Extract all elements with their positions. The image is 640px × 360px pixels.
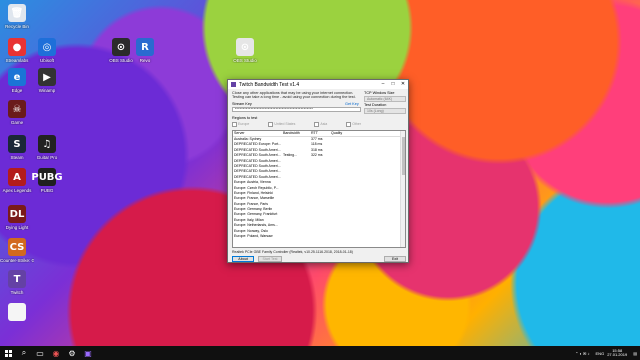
desktop-icon-r[interactable]: R Revo xyxy=(128,38,162,63)
column-server[interactable]: Server xyxy=(233,131,283,136)
get-key-link[interactable]: Get Key xyxy=(345,102,359,106)
column-rtt[interactable]: RTT xyxy=(311,131,331,136)
desktop-icon-label: Recycle Bin xyxy=(5,24,29,29)
desktop-icon-dying[interactable]: DL Dying Light xyxy=(0,205,34,230)
close-icon[interactable]: ✕ xyxy=(398,80,408,89)
info-text: Close any other applications that may be… xyxy=(232,91,356,100)
notifications-icon[interactable]: ▤ xyxy=(633,351,637,356)
desktop-icon-doc[interactable] xyxy=(0,303,34,323)
bandwidth-test-window: Twitch Bandwidth Test v1.4 – □ ✕ Close a… xyxy=(227,79,409,263)
desktop-icon-pubg[interactable]: PUBG PUBG xyxy=(30,168,64,193)
desktop-icon-guitar[interactable]: ♫ Guitar Pro xyxy=(30,135,64,160)
desktop-icon-csgo[interactable]: CS Counter-Strike: Global Offensive xyxy=(0,238,34,263)
obs2-icon: ⊙ xyxy=(236,38,254,56)
browser-icon[interactable]: ◉ xyxy=(48,346,64,360)
exit-button[interactable]: Exit xyxy=(384,256,406,262)
app-icon xyxy=(231,82,236,87)
desktop-icon-label: Steam xyxy=(10,155,24,160)
recycle-icon: 🗑 xyxy=(8,4,26,22)
ubi-icon: ◎ xyxy=(38,38,56,56)
region-checkbox-united-states[interactable]: United States xyxy=(268,122,295,127)
network-adapter-label: Realtek PCIe GBE Family Controller (Real… xyxy=(232,250,353,254)
system-tray: ⌃ ◐ ✉ ♪ ENG 15:58 27.01.2019 ▤ xyxy=(572,346,640,360)
guitar-icon: ♫ xyxy=(38,135,56,153)
regions-label: Regions to test xyxy=(232,116,258,120)
cell-bandwidth xyxy=(283,234,311,239)
steam-taskbar-icon[interactable]: ⚙ xyxy=(64,346,80,360)
desktop-icon-label: Ubisoft xyxy=(39,58,54,63)
doc-icon xyxy=(8,303,26,321)
r-icon: R xyxy=(136,38,154,56)
cell-rtt xyxy=(311,234,331,239)
desktop-icon-apex[interactable]: A Apex Legends xyxy=(0,168,34,193)
results-list[interactable]: Server Bandwidth RTT Quality Australia: … xyxy=(232,130,406,248)
desktop-icon-label: Guitar Pro xyxy=(36,155,58,160)
cell-quality xyxy=(331,234,361,239)
region-checkbox-europe[interactable]: Europe xyxy=(232,122,249,127)
desktop-icon-label: Streamlabs xyxy=(5,58,29,63)
dying-icon: DL xyxy=(8,205,26,223)
settings-panel: TCP Window Size Automatic (64K) Test Dur… xyxy=(364,91,406,115)
region-checkbox-other[interactable]: Other xyxy=(346,122,361,127)
scrollbar-thumb[interactable] xyxy=(402,137,405,175)
twitch-icon: T xyxy=(8,270,26,288)
desktop-icon-obs2[interactable]: ⊙ OBS Studio xyxy=(228,38,262,63)
window-titlebar[interactable]: Twitch Bandwidth Test v1.4 – □ ✕ xyxy=(228,80,408,89)
steam-icon: S xyxy=(8,135,26,153)
region-checkbox-asia[interactable]: Asia xyxy=(314,122,327,127)
taskbar: ⌕ ▭ ◉ ⚙ ▣ ⌃ ◐ ✉ ♪ ENG 15:58 27.01.2019 ▤ xyxy=(0,346,640,360)
about-button[interactable]: About xyxy=(232,256,254,262)
desktop-icon-game[interactable]: ☠ Game xyxy=(0,100,34,125)
tray-icons[interactable]: ⌃ ◐ ✉ ♪ xyxy=(575,351,589,356)
csgo-icon: CS xyxy=(8,238,26,256)
desktop-icon-twitch[interactable]: T Twitch xyxy=(0,270,34,295)
desktop-icon-ubi[interactable]: ◎ Ubisoft xyxy=(30,38,64,63)
clock-date: 27.01.2019 xyxy=(607,352,628,357)
minimize-icon[interactable]: – xyxy=(378,80,388,89)
tcp-window-select[interactable]: Automatic (64K) xyxy=(364,96,406,102)
desktop-icon-label: Winamp xyxy=(38,88,56,93)
windows-icon xyxy=(4,349,12,357)
desktop-icon-label: Dying Light xyxy=(5,225,29,230)
twitch-taskbar-icon[interactable]: ▣ xyxy=(80,346,96,360)
desktop-icon-label: Edge xyxy=(11,88,23,93)
stream-key-input[interactable]: ****************************************… xyxy=(232,107,361,112)
edge-icon: e xyxy=(8,68,26,86)
clock[interactable]: 15:58 27.01.2019 xyxy=(607,348,628,358)
redstone-icon: ● xyxy=(8,38,26,56)
apex-icon: A xyxy=(8,168,26,186)
start-button[interactable] xyxy=(0,346,16,360)
desktop-icon-edge[interactable]: e Edge xyxy=(0,68,34,93)
desktop-icon-label: Apex Legends xyxy=(2,188,32,193)
desktop-icon-label: OBS Studio xyxy=(233,58,257,63)
regions-checkboxes: Europe United States Asia Other xyxy=(232,122,361,127)
table-row[interactable]: Europe: Poland, Warsaw xyxy=(233,234,405,239)
cell-server: Europe: Poland, Warsaw xyxy=(234,234,273,239)
desktop-icon-label: Counter-Strike: Global Offensive xyxy=(0,258,34,263)
desktop-icon-label: Game xyxy=(10,120,24,125)
column-quality[interactable]: Quality xyxy=(331,131,361,136)
test-duration-select[interactable]: 10s (Long) xyxy=(364,108,406,114)
results-scrollbar[interactable] xyxy=(400,131,405,247)
caption-buttons: – □ ✕ xyxy=(378,80,408,89)
desktop-icon-label: PUBG xyxy=(40,188,54,193)
results-rows: Australia: Sydney 377 ms DEPRECATED Europe… xyxy=(233,137,405,239)
desktop-icon-recycle[interactable]: 🗑 Recycle Bin xyxy=(0,4,34,29)
winamp-icon: ▶ xyxy=(38,68,56,86)
task-view-icon[interactable]: ▭ xyxy=(32,346,48,360)
desktop-icon-label: Twitch xyxy=(10,290,24,295)
desktop-icon-label: Revo xyxy=(139,58,151,63)
desktop-icon-redstone[interactable]: ● Streamlabs xyxy=(0,38,34,63)
desktop-icon-steam[interactable]: S Steam xyxy=(0,135,34,160)
game-icon: ☠ xyxy=(8,100,26,118)
maximize-icon[interactable]: □ xyxy=(388,80,398,89)
pubg-icon: PUBG xyxy=(31,168,63,186)
start-test-button[interactable]: Start Test xyxy=(258,256,282,262)
search-icon[interactable]: ⌕ xyxy=(16,346,32,360)
column-bandwidth[interactable]: Bandwidth xyxy=(283,131,311,136)
desktop-icon-winamp[interactable]: ▶ Winamp xyxy=(30,68,64,93)
window-title: Twitch Bandwidth Test v1.4 xyxy=(239,81,300,88)
language-indicator[interactable]: ENG xyxy=(596,351,605,356)
stream-key-label: Stream Key xyxy=(232,102,252,106)
